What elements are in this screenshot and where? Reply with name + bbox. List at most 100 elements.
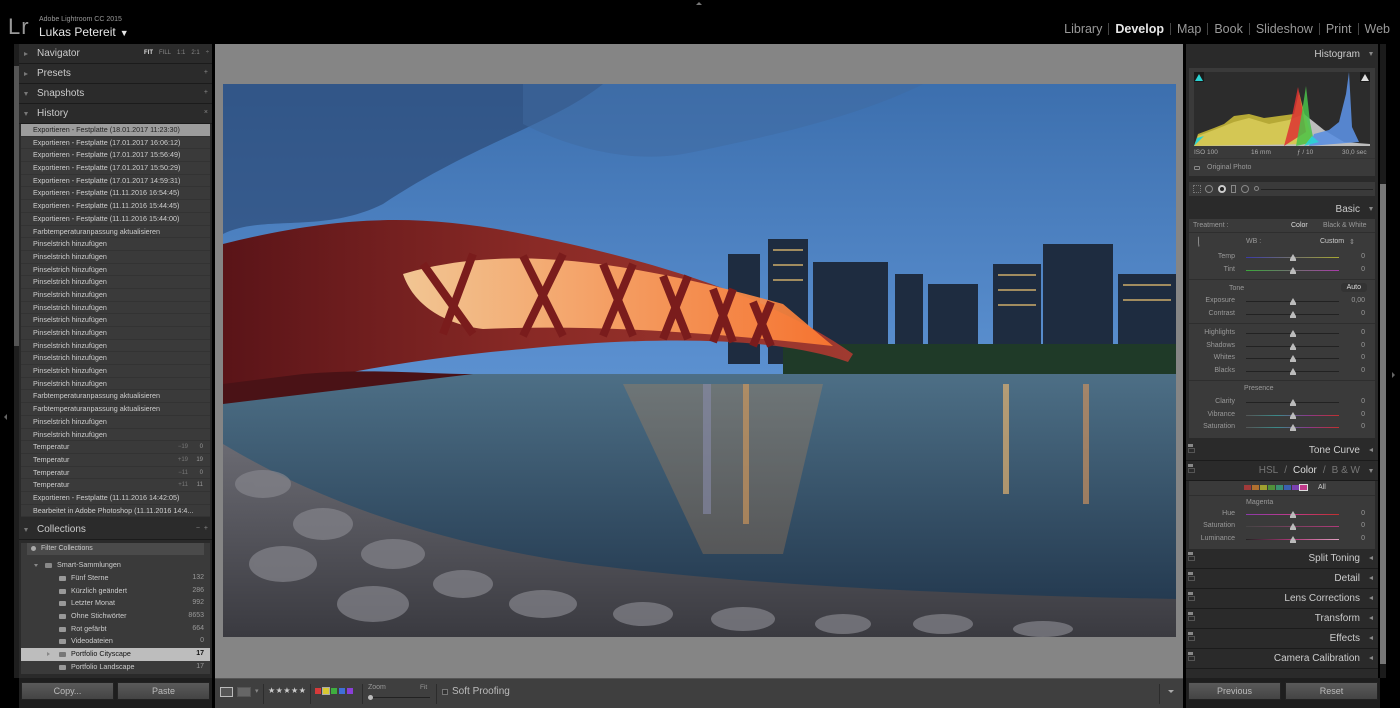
zoom-slider[interactable] bbox=[368, 695, 430, 700]
smart-collection-item[interactable]: Letzter Monat 992 bbox=[21, 597, 210, 610]
hsl-color-swatch[interactable] bbox=[1292, 484, 1299, 490]
slider-handle[interactable] bbox=[1289, 254, 1296, 261]
panel-header-camera-calibration[interactable]: Camera Calibration bbox=[1186, 649, 1378, 669]
slider-value[interactable]: 0 bbox=[1361, 522, 1365, 529]
slider-value[interactable]: 0 bbox=[1361, 266, 1365, 273]
module-library[interactable]: Library bbox=[1058, 22, 1108, 36]
panel-toggle-switch[interactable] bbox=[1188, 652, 1195, 661]
history-item[interactable]: Pinselstrich hinzufügen bbox=[21, 251, 210, 264]
nav-zoom-fit[interactable]: FIT bbox=[144, 50, 153, 56]
previous-button[interactable]: Previous bbox=[1188, 682, 1281, 700]
panel-toggle-switch[interactable] bbox=[1188, 443, 1195, 453]
module-develop[interactable]: Develop bbox=[1109, 22, 1170, 36]
slider-handle[interactable] bbox=[1289, 310, 1296, 318]
photo-preview[interactable] bbox=[223, 84, 1176, 637]
color-label-swatch[interactable] bbox=[315, 688, 321, 694]
nav-zoom-2-1[interactable]: 2:1 bbox=[191, 50, 199, 56]
history-item[interactable]: Temperatur −19 0 bbox=[21, 441, 210, 454]
history-item[interactable]: Farbtemperaturanpassung aktualisieren bbox=[21, 390, 210, 404]
module-book[interactable]: Book bbox=[1208, 22, 1249, 36]
history-item[interactable]: Exportieren - Festplatte (17.01.2017 15:… bbox=[21, 162, 210, 175]
hsl-header[interactable]: HSL / Color / B & W bbox=[1186, 461, 1378, 481]
slider-value[interactable]: 0 bbox=[1361, 398, 1365, 405]
hsl-color-swatch[interactable] bbox=[1252, 484, 1259, 490]
slider-value[interactable]: 0 bbox=[1361, 411, 1365, 418]
hsl-color-swatch[interactable] bbox=[1244, 484, 1251, 490]
loupe-view-button[interactable] bbox=[220, 687, 233, 697]
presets-header[interactable]: Presets + bbox=[19, 64, 212, 84]
panel-header-effects[interactable]: Effects bbox=[1186, 629, 1378, 649]
history-item[interactable]: Exportieren - Festplatte (17.01.2017 15:… bbox=[21, 149, 210, 163]
color-label-swatch[interactable] bbox=[322, 687, 330, 695]
bw-tab[interactable]: B & W bbox=[1332, 465, 1360, 476]
module-print[interactable]: Print bbox=[1320, 22, 1358, 36]
basic-header[interactable]: Basic bbox=[1186, 199, 1378, 219]
history-item[interactable]: Pinselstrich hinzufügen bbox=[21, 416, 210, 429]
wb-dropdown-icon[interactable]: ⇕ bbox=[1349, 238, 1355, 246]
panel-header-transform[interactable]: Transform bbox=[1186, 609, 1378, 629]
slider-handle[interactable] bbox=[1289, 411, 1296, 419]
slider-value[interactable]: 0 bbox=[1361, 535, 1365, 542]
slider-value[interactable]: 0,00 bbox=[1351, 297, 1365, 304]
collapse-top-panel-icon[interactable] bbox=[696, 2, 702, 5]
history-header[interactable]: History × bbox=[19, 104, 212, 124]
graduated-filter-icon[interactable] bbox=[1231, 185, 1236, 193]
collection-set-smart[interactable]: Smart-Sammlungen bbox=[21, 559, 210, 572]
panel-toggle-switch[interactable] bbox=[1188, 612, 1195, 621]
slider-value[interactable]: 0 bbox=[1361, 253, 1365, 260]
history-item[interactable]: Temperatur +11 11 bbox=[21, 479, 210, 492]
color-tab[interactable]: Color bbox=[1293, 465, 1317, 476]
module-slideshow[interactable]: Slideshow bbox=[1250, 22, 1319, 36]
wb-eyedropper-icon[interactable]: ⟋ bbox=[1193, 234, 1207, 249]
spot-removal-tool-icon[interactable] bbox=[1205, 185, 1213, 193]
snapshots-header[interactable]: Snapshots + bbox=[19, 84, 212, 104]
history-item[interactable]: Exportieren - Festplatte (18.01.2017 11:… bbox=[21, 124, 210, 137]
panel-toggle-switch[interactable] bbox=[1188, 463, 1195, 473]
collapse-icon[interactable] bbox=[34, 564, 38, 568]
history-item[interactable]: Pinselstrich hinzufügen bbox=[21, 340, 210, 353]
right-panel-edge[interactable] bbox=[1386, 44, 1400, 708]
hsl-color-swatch[interactable] bbox=[1260, 484, 1267, 490]
slider-handle[interactable] bbox=[1289, 355, 1296, 362]
slider-handle[interactable] bbox=[1289, 399, 1296, 406]
history-item[interactable]: Pinselstrich hinzufügen bbox=[21, 238, 210, 251]
history-item[interactable]: Pinselstrich hinzufügen bbox=[21, 352, 210, 366]
toolbar-options-icon[interactable] bbox=[1168, 690, 1174, 693]
user-dropdown-icon[interactable]: ▼ bbox=[120, 28, 129, 38]
before-after-view-button[interactable] bbox=[237, 687, 251, 697]
collection-item[interactable]: Portfolio Cityscape 17 bbox=[21, 648, 210, 661]
collection-item[interactable]: Portfolio Landscape 17 bbox=[21, 661, 210, 674]
auto-tone-button[interactable]: Auto bbox=[1340, 283, 1367, 292]
expand-icon[interactable] bbox=[47, 652, 50, 657]
left-panel-edge[interactable] bbox=[0, 44, 14, 708]
slider-value[interactable]: 0 bbox=[1361, 367, 1365, 374]
panel-header-lens-corrections[interactable]: Lens Corrections bbox=[1186, 589, 1378, 609]
hsl-color-swatch[interactable] bbox=[1268, 484, 1275, 490]
rating-stars[interactable]: ★★★★★ bbox=[268, 686, 306, 695]
history-item[interactable]: Temperatur +19 19 bbox=[21, 454, 210, 467]
collapse-left-panel-icon[interactable] bbox=[4, 414, 7, 420]
history-item[interactable]: Pinselstrich hinzufügen bbox=[21, 429, 210, 442]
history-item[interactable]: Pinselstrich hinzufügen bbox=[21, 276, 210, 289]
slider-value[interactable]: 0 bbox=[1361, 310, 1365, 317]
slider-handle[interactable] bbox=[1289, 266, 1296, 274]
panel-toggle-switch[interactable] bbox=[1188, 592, 1195, 601]
slider-value[interactable]: 0 bbox=[1361, 329, 1365, 336]
nav-zoom-1-1[interactable]: 1:1 bbox=[177, 50, 185, 56]
history-item[interactable]: Pinselstrich hinzufügen bbox=[21, 264, 210, 277]
history-item[interactable]: Exportieren - Festplatte (11.11.2016 14:… bbox=[21, 492, 210, 505]
history-item[interactable]: Pinselstrich hinzufügen bbox=[21, 365, 210, 378]
hsl-color-swatch[interactable] bbox=[1299, 483, 1308, 491]
radial-filter-icon[interactable] bbox=[1241, 185, 1249, 193]
history-item[interactable]: Pinselstrich hinzufügen bbox=[21, 302, 210, 315]
panel-toggle-switch[interactable] bbox=[1188, 572, 1195, 581]
color-label-swatch[interactable] bbox=[347, 688, 353, 694]
treatment-bw-button[interactable]: Black & White bbox=[1323, 222, 1367, 229]
adjustment-brush-icon[interactable] bbox=[1254, 186, 1259, 191]
filter-collections-input[interactable]: Filter Collections bbox=[27, 543, 204, 556]
smart-collection-item[interactable]: Fünf Sterne 132 bbox=[21, 572, 210, 585]
smart-collection-item[interactable]: Videodateien 0 bbox=[21, 635, 210, 648]
zoom-slider-handle[interactable] bbox=[368, 695, 373, 700]
history-item[interactable]: Pinselstrich hinzufügen bbox=[21, 314, 210, 327]
original-photo-toggle[interactable]: Original Photo bbox=[1189, 158, 1375, 176]
